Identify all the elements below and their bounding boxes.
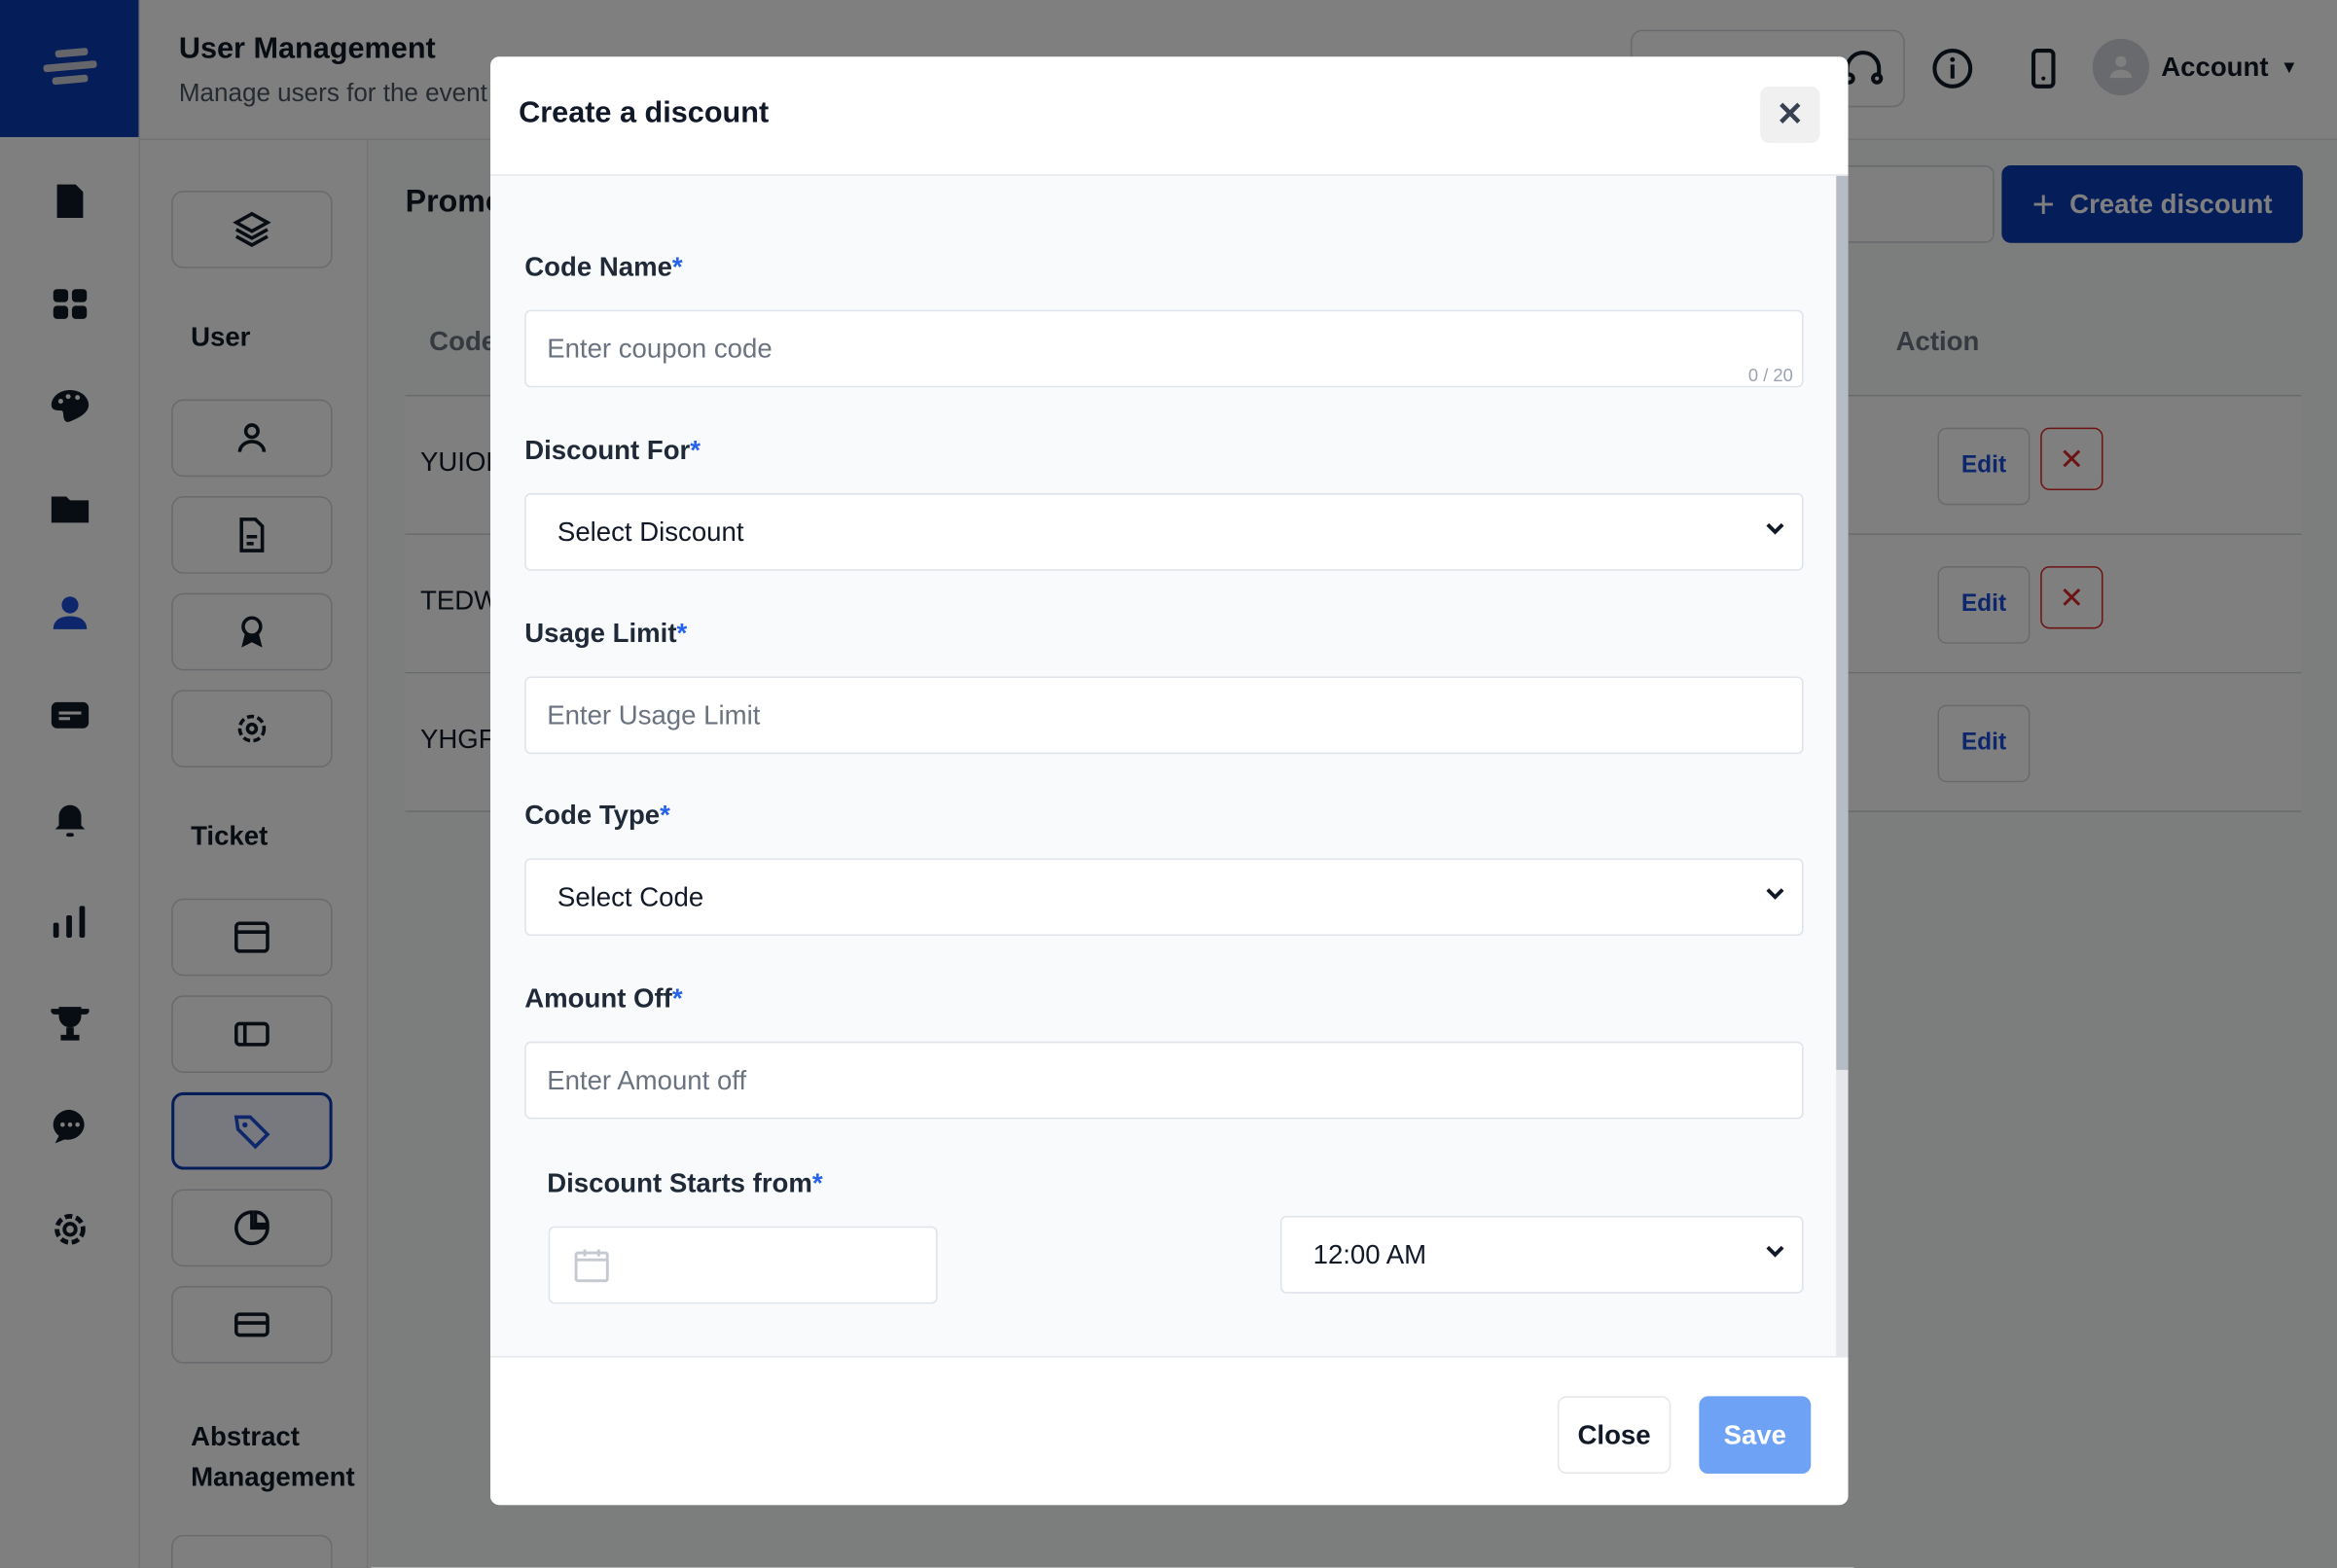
modal-scrollbar[interactable] — [1836, 175, 1849, 1357]
code-name-placeholder: Enter coupon code — [547, 333, 773, 364]
usage-limit-placeholder: Enter Usage Limit — [547, 699, 761, 730]
discount-for-value: Select Discount — [557, 516, 744, 547]
close-icon[interactable]: ✕ — [1760, 86, 1820, 144]
amount-off-placeholder: Enter Amount off — [547, 1064, 747, 1095]
code-name-label: Code Name* — [524, 251, 683, 282]
starts-from-label: Discount Starts from* — [547, 1168, 823, 1198]
modal-header: Create a discount ✕ — [489, 56, 1849, 176]
discount-for-select[interactable]: Select Discount — [524, 493, 1804, 571]
amount-off-input[interactable]: Enter Amount off — [524, 1041, 1804, 1120]
modal-title: Create a discount — [519, 96, 770, 130]
discount-for-label: Discount For* — [524, 435, 701, 465]
char-counter: 0 / 20 — [1747, 365, 1793, 386]
modal-footer: Close Save — [489, 1356, 1849, 1506]
create-discount-modal: Create a discount ✕ Code Name* Enter cou… — [489, 56, 1849, 1506]
code-type-value: Select Code — [557, 881, 704, 911]
save-button[interactable]: Save — [1699, 1396, 1812, 1475]
calendar-icon[interactable] — [571, 1244, 613, 1286]
close-button[interactable]: Close — [1557, 1396, 1672, 1475]
start-time-select[interactable]: 12:00 AM — [1279, 1216, 1804, 1294]
modal-body: Code Name* Enter coupon code 0 / 20 Disco… — [489, 175, 1849, 1357]
code-type-select[interactable]: Select Code — [524, 858, 1804, 937]
chevron-down-icon — [1766, 1245, 1784, 1258]
amount-off-label: Amount Off* — [524, 983, 683, 1014]
code-name-input[interactable]: Enter coupon code 0 / 20 — [524, 309, 1804, 388]
start-time-value: 12:00 AM — [1312, 1238, 1427, 1269]
chevron-down-icon — [1766, 522, 1784, 535]
code-type-label: Code Type* — [524, 800, 670, 831]
chevron-down-icon — [1766, 888, 1784, 900]
start-date-input[interactable] — [548, 1226, 938, 1304]
usage-limit-label: Usage Limit* — [524, 618, 688, 649]
usage-limit-input[interactable]: Enter Usage Limit — [524, 676, 1804, 755]
